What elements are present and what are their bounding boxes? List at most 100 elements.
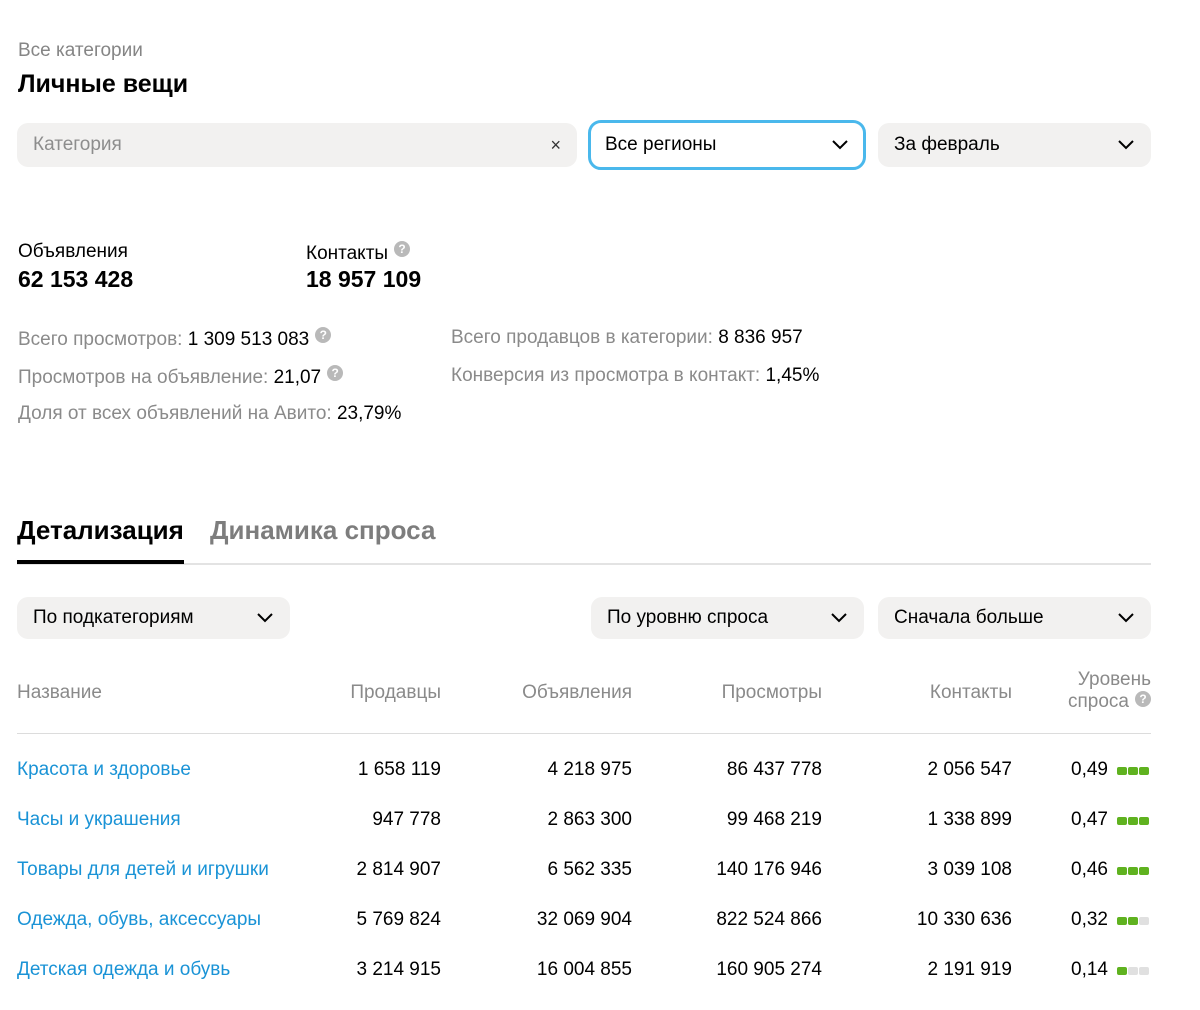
order-value: Сначала больше: [894, 607, 1044, 628]
column-header-name[interactable]: Название: [17, 682, 102, 704]
cell-demand: 0,47: [1071, 809, 1108, 830]
metric-views-total: Всего просмотров: 1 309 513 083?: [18, 327, 332, 351]
metric-label: Просмотров на объявление:: [18, 367, 269, 388]
subcategory-link[interactable]: Красота и здоровье: [17, 759, 191, 781]
cell-sellers: 2 814 907: [356, 859, 441, 880]
demand-level-indicator: [1117, 917, 1149, 925]
breadcrumb[interactable]: Все категории: [18, 40, 143, 62]
metric-label: Конверсия из просмотра в контакт:: [451, 365, 761, 386]
cell-views: 822 524 866: [716, 909, 822, 930]
cell-contacts: 2 191 919: [927, 959, 1012, 980]
cell-ads: 6 562 335: [547, 859, 632, 880]
chevron-down-icon: [256, 609, 274, 627]
demand-level-dot: [1117, 917, 1127, 925]
subcategory-link[interactable]: Часы и украшения: [17, 809, 181, 831]
column-header-contacts[interactable]: Контакты: [860, 682, 1012, 704]
column-header-sellers[interactable]: Продавцы: [300, 682, 441, 704]
metric-label: Доля от всех объявлений на Авито:: [18, 403, 332, 424]
chevron-down-icon: [1117, 136, 1135, 154]
tab-details[interactable]: Детализация: [17, 515, 184, 564]
demand-level-dot: [1117, 967, 1127, 975]
column-header-views[interactable]: Просмотры: [670, 682, 822, 704]
metric-value: 21,07: [273, 367, 322, 388]
tab-demand-dynamics[interactable]: Динамика спроса: [210, 515, 435, 546]
cell-sellers: 3 214 915: [356, 959, 441, 980]
ads-stat-label: Объявления: [18, 241, 128, 262]
table-row: Одежда, обувь, аксессуары 5 769 824 32 069…: [0, 909, 1200, 939]
sort-by-select[interactable]: По уровню спроса: [591, 597, 864, 639]
metric-value: 1 309 513 083: [187, 329, 310, 350]
metric-conversion: Конверсия из просмотра в контакт: 1,45%: [451, 365, 819, 387]
help-icon[interactable]: ?: [315, 327, 332, 343]
metric-label: Всего просмотров:: [18, 329, 183, 350]
subcategory-link[interactable]: Одежда, обувь, аксессуары: [17, 909, 261, 931]
cell-sellers: 1 658 119: [357, 759, 441, 780]
column-header-demand[interactable]: Уровень спроса?: [1030, 669, 1151, 713]
cell-contacts: 3 039 108: [927, 859, 1012, 880]
demand-level-indicator: [1117, 967, 1149, 975]
cell-sellers: 5 769 824: [356, 909, 441, 930]
grouping-value: По подкатегориям: [33, 607, 194, 628]
cell-demand: 0,14: [1071, 959, 1108, 980]
metric-value: 1,45%: [765, 365, 820, 386]
cell-sellers: 947 778: [372, 809, 441, 830]
metric-sellers: Всего продавцов в категории: 8 836 957: [451, 327, 803, 349]
column-header-demand-line1: Уровень: [1077, 669, 1151, 690]
help-icon[interactable]: ?: [1135, 691, 1151, 707]
help-icon[interactable]: ?: [394, 241, 411, 257]
cell-views: 86 437 778: [726, 759, 822, 780]
demand-level-dot: [1128, 767, 1138, 775]
grouping-select[interactable]: По подкатегориям: [17, 597, 290, 639]
clear-icon[interactable]: ×: [550, 135, 561, 156]
tab-bar: Детализация Динамика спроса: [17, 515, 1151, 565]
demand-level-dot: [1128, 967, 1138, 975]
region-select[interactable]: Все регионы: [588, 120, 866, 170]
cell-views: 140 176 946: [716, 859, 822, 880]
demand-level-dot: [1139, 867, 1149, 875]
demand-level-dot: [1139, 817, 1149, 825]
chevron-down-icon: [831, 136, 849, 154]
help-icon[interactable]: ?: [327, 365, 344, 381]
category-input[interactable]: Категория ×: [17, 123, 577, 167]
demand-level-dot: [1117, 817, 1127, 825]
period-select[interactable]: За февраль: [878, 123, 1151, 167]
cell-demand: 0,49: [1071, 759, 1108, 780]
column-header-ads[interactable]: Объявления: [480, 682, 632, 704]
metric-value: 23,79%: [336, 403, 402, 424]
demand-level-dot: [1139, 767, 1149, 775]
metric-share: Доля от всех объявлений на Авито: 23,79%: [18, 403, 401, 425]
order-select[interactable]: Сначала больше: [878, 597, 1151, 639]
cell-demand: 0,46: [1071, 859, 1108, 880]
period-value: За февраль: [894, 134, 1000, 155]
cell-contacts: 2 056 547: [927, 759, 1012, 780]
contacts-stat-value: 18 957 109: [306, 266, 422, 292]
subcategory-link[interactable]: Детская одежда и обувь: [17, 959, 230, 981]
ads-stat-value: 62 153 428: [18, 266, 134, 292]
cell-demand: 0,32: [1071, 909, 1108, 930]
chevron-down-icon: [830, 609, 848, 627]
region-value: Все регионы: [605, 134, 717, 155]
contacts-stat-label-text: Контакты: [306, 243, 389, 264]
subcategory-link[interactable]: Товары для детей и игрушки: [17, 859, 269, 881]
chevron-down-icon: [1117, 609, 1135, 627]
table-row: Товары для детей и игрушки 2 814 907 6 562…: [0, 859, 1200, 889]
cell-contacts: 1 338 899: [927, 809, 1012, 830]
page-title: Личные вещи: [18, 70, 189, 98]
demand-level-dot: [1139, 917, 1149, 925]
cell-ads: 2 863 300: [547, 809, 632, 830]
demand-level-indicator: [1117, 767, 1149, 775]
cell-views: 99 468 219: [726, 809, 822, 830]
demand-level-dot: [1128, 817, 1138, 825]
metric-value: 8 836 957: [718, 327, 803, 348]
demand-level-dot: [1128, 867, 1138, 875]
cell-contacts: 10 330 636: [916, 909, 1012, 930]
demand-level-dot: [1117, 767, 1127, 775]
metric-views-per-ad: Просмотров на объявление: 21,07?: [18, 365, 344, 389]
cell-ads: 4 218 975: [547, 759, 632, 780]
demand-level-indicator: [1117, 867, 1149, 875]
demand-level-dot: [1128, 917, 1138, 925]
cell-views: 160 905 274: [716, 959, 822, 980]
cell-ads: 16 004 855: [536, 959, 632, 980]
table-divider: [17, 733, 1151, 734]
demand-level-indicator: [1117, 817, 1149, 825]
